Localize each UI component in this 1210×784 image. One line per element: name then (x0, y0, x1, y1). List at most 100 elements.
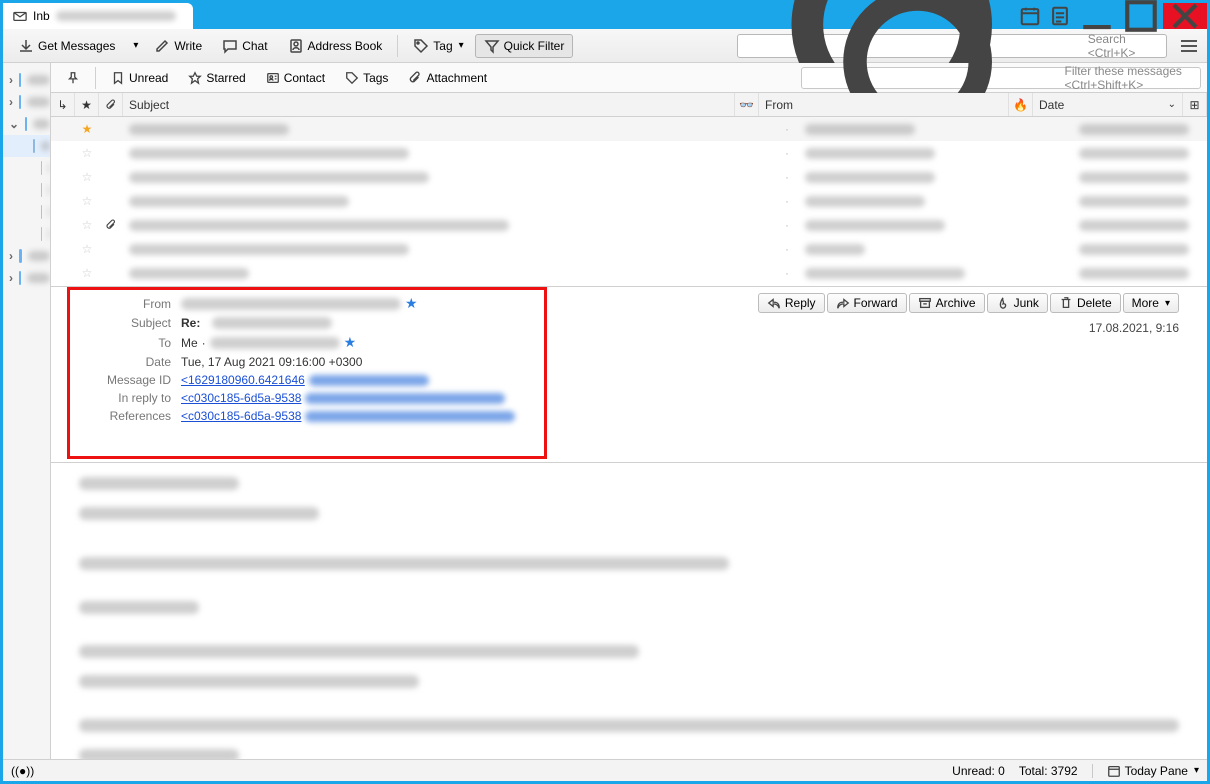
col-subject[interactable]: Subject (123, 93, 735, 116)
quick-filter-button[interactable]: Quick Filter (475, 34, 574, 58)
col-thread[interactable]: ↳ (51, 93, 75, 116)
pin-filter-button[interactable] (57, 68, 89, 88)
star-icon[interactable]: ★ (344, 334, 357, 351)
mail-tab[interactable]: Inb (3, 3, 193, 29)
today-pane-button[interactable]: Today Pane▾ (1107, 764, 1199, 778)
account-item[interactable]: ⌄ (3, 113, 50, 135)
archive-button[interactable]: Archive (909, 293, 985, 313)
filter-contact-button[interactable]: Contact (257, 68, 334, 88)
star-toggle[interactable]: ☆ (75, 266, 99, 280)
header-timestamp: 17.08.2021, 9:16 (1089, 321, 1179, 335)
message-filter-input[interactable]: Filter these messages <Ctrl+Shift+K> (801, 67, 1201, 89)
star-toggle[interactable]: ☆ (75, 170, 99, 184)
reply-button[interactable]: Reply (758, 293, 825, 313)
chat-label: Chat (242, 39, 267, 53)
account-item[interactable]: › (3, 267, 50, 289)
delete-button[interactable]: Delete (1050, 293, 1121, 313)
in-reply-to-value[interactable]: <c030c185-6d5a-9538 (181, 391, 541, 405)
get-messages-button[interactable]: Get Messages (9, 34, 124, 58)
fire-icon (996, 296, 1010, 310)
contact-icon (266, 71, 280, 85)
from-value[interactable]: ★ (181, 295, 541, 312)
message-list-header: ↳ ★ Subject 👓 From 🔥 Date⌄ ⊞ (51, 93, 1207, 117)
filter-placeholder: Filter these messages <Ctrl+Shift+K> (1065, 64, 1194, 92)
online-status-icon[interactable]: ((●)) (11, 764, 34, 778)
message-subject (123, 196, 775, 207)
to-label: To (61, 336, 181, 350)
message-row[interactable]: ★· (51, 117, 1207, 141)
message-subject (123, 220, 775, 231)
message-row[interactable]: ☆· (51, 261, 1207, 285)
filter-unread-button[interactable]: Unread (102, 68, 177, 88)
folder-item[interactable] (3, 223, 50, 245)
read-status[interactable]: · (775, 122, 799, 136)
subject-label: Subject (61, 316, 181, 330)
read-status[interactable]: · (775, 266, 799, 280)
paperclip-icon (408, 71, 422, 85)
archive-icon (918, 296, 932, 310)
read-status[interactable]: · (775, 146, 799, 160)
col-star[interactable]: ★ (75, 93, 99, 116)
quick-filter-label: Quick Filter (504, 39, 565, 53)
junk-button[interactable]: Junk (987, 293, 1048, 313)
from-label: From (61, 297, 181, 311)
col-from[interactable]: From (759, 93, 1009, 116)
message-from (799, 268, 1049, 279)
filter-starred-button[interactable]: Starred (179, 68, 254, 88)
close-button[interactable] (1163, 3, 1207, 29)
to-value[interactable]: Me · ★ (181, 334, 541, 351)
more-button[interactable]: More▾ (1123, 293, 1179, 313)
message-id-value[interactable]: <1629180960.6421646 (181, 373, 541, 387)
message-list: ★·☆·☆·☆·☆·☆·☆· (51, 117, 1207, 287)
star-icon[interactable]: ★ (405, 295, 418, 312)
filter-attachment-button[interactable]: Attachment (399, 68, 496, 88)
star-toggle[interactable]: ☆ (75, 146, 99, 160)
folder-item-inbox[interactable] (3, 135, 50, 157)
maximize-button[interactable] (1119, 3, 1163, 29)
write-button[interactable]: Write (145, 34, 211, 58)
read-status[interactable]: · (775, 218, 799, 232)
account-item[interactable]: › (3, 69, 50, 91)
col-date[interactable]: Date⌄ (1033, 93, 1183, 116)
address-book-icon (288, 38, 304, 54)
app-menu-button[interactable] (1177, 40, 1201, 52)
filter-tags-button[interactable]: Tags (336, 68, 397, 88)
address-book-button[interactable]: Address Book (279, 34, 392, 58)
star-toggle[interactable]: ★ (75, 122, 99, 136)
chat-button[interactable]: Chat (213, 34, 276, 58)
col-read[interactable]: 👓 (735, 93, 759, 116)
unread-count: Unread: 0 (952, 764, 1005, 778)
folder-item[interactable] (3, 179, 50, 201)
filter-icon (484, 38, 500, 54)
filter-tags-label: Tags (363, 71, 388, 85)
message-from (799, 220, 1049, 231)
message-subject (123, 148, 775, 159)
in-reply-to-label: In reply to (61, 391, 181, 405)
write-label: Write (174, 39, 202, 53)
message-row[interactable]: ☆· (51, 165, 1207, 189)
star-toggle[interactable]: ☆ (75, 218, 99, 232)
col-picker[interactable]: ⊞ (1183, 93, 1207, 116)
folder-item[interactable] (3, 157, 50, 179)
tag-button[interactable]: Tag▾ (404, 34, 472, 58)
message-row[interactable]: ☆· (51, 141, 1207, 165)
read-status[interactable]: · (775, 194, 799, 208)
folder-item[interactable] (3, 201, 50, 223)
account-item[interactable]: › (3, 245, 50, 267)
account-item[interactable]: › (3, 91, 50, 113)
references-value[interactable]: <c030c185-6d5a-9538 (181, 409, 541, 423)
search-placeholder: Search <Ctrl+K> (1088, 32, 1160, 60)
col-junk[interactable]: 🔥 (1009, 93, 1033, 116)
message-row[interactable]: ☆· (51, 213, 1207, 237)
forward-button[interactable]: Forward (827, 293, 907, 313)
star-toggle[interactable]: ☆ (75, 242, 99, 256)
star-toggle[interactable]: ☆ (75, 194, 99, 208)
message-row[interactable]: ☆· (51, 189, 1207, 213)
message-header-pane: Reply Forward Archive Junk Delete More▾ … (51, 287, 1207, 463)
message-row[interactable]: ☆· (51, 237, 1207, 261)
col-attachment[interactable] (99, 93, 123, 116)
read-status[interactable]: · (775, 242, 799, 256)
read-status[interactable]: · (775, 170, 799, 184)
get-messages-dropdown[interactable]: ▾ (126, 36, 143, 55)
message-id-label: Message ID (61, 373, 181, 387)
